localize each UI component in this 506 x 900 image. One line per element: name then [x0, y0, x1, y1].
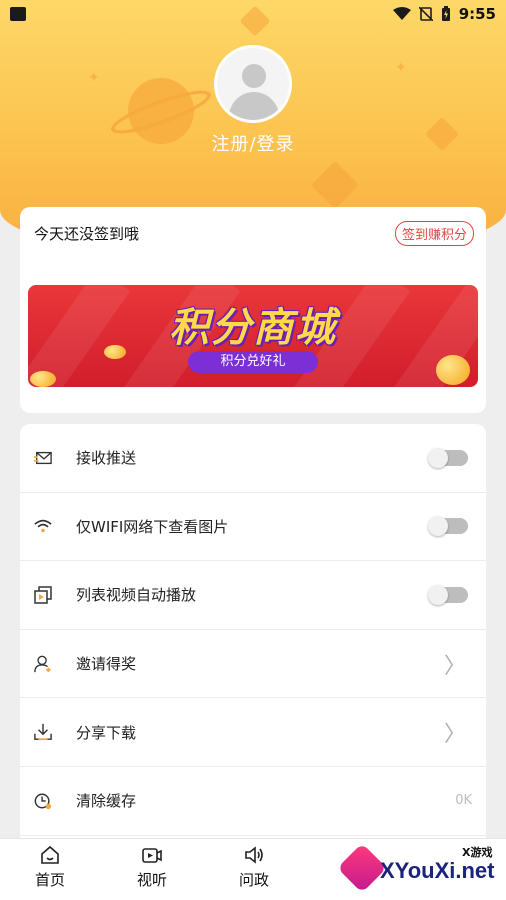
chevron-right-icon: 〉 — [443, 653, 466, 679]
setting-row-invite[interactable]: 邀请得奖 〉 — [20, 630, 486, 699]
star-decoration: ✦ — [88, 70, 100, 86]
setting-row-push[interactable]: 接收推送 — [20, 424, 486, 493]
tab-home[interactable]: 首页 — [20, 845, 80, 890]
setting-label: 分享下载 — [76, 723, 137, 742]
wifi-images-toggle[interactable] — [428, 516, 468, 537]
push-mail-icon — [34, 449, 52, 467]
diamond-decoration — [310, 160, 360, 210]
invite-user-icon — [34, 655, 52, 673]
tab-label: 视听 — [136, 871, 167, 889]
clear-cache-icon — [34, 792, 52, 810]
cache-size-value: 0K — [455, 793, 472, 809]
tab-label: 首页 — [34, 871, 65, 889]
autoplay-toggle[interactable] — [428, 584, 468, 605]
signin-card: 今天还没签到哦 签到赚积分 积分商城 积分兑好礼 — [20, 207, 486, 413]
gallery-notification-icon — [10, 7, 26, 21]
banner-title: 积分商城 — [169, 305, 337, 351]
setting-label: 接收推送 — [76, 449, 137, 468]
avatar-placeholder-icon — [242, 64, 266, 88]
setting-row-clear-cache[interactable]: 清除缓存 0K — [20, 767, 486, 836]
signin-prompt: 今天还没签到哦 — [34, 225, 140, 243]
setting-row-share-download[interactable]: 分享下载 〉 — [20, 698, 486, 767]
avatar[interactable] — [214, 45, 292, 123]
signin-button[interactable]: 签到赚积分 — [394, 221, 474, 246]
star-decoration: ✦ — [395, 60, 407, 76]
setting-row-autoplay[interactable]: 列表视频自动播放 — [20, 561, 486, 630]
tab-inquiry[interactable]: 问政 — [224, 845, 284, 890]
setting-label: 仅WIFI网络下查看图片 — [76, 517, 229, 536]
video-icon — [142, 848, 162, 863]
battery-charging-icon — [441, 6, 450, 21]
setting-row-wifi-images[interactable]: 仅WIFI网络下查看图片 — [20, 493, 486, 562]
push-toggle[interactable] — [428, 447, 468, 468]
chevron-right-icon: 〉 — [443, 722, 466, 748]
login-link[interactable]: 注册/登录 — [0, 130, 506, 156]
tab-video[interactable]: 视听 — [122, 845, 182, 890]
settings-list: 接收推送 仅WIFI网络下查看图片 列表视频自动播放 邀请得奖 〉 分享下载 〉… — [20, 424, 486, 844]
home-icon — [41, 845, 59, 864]
clock: 9:55 — [458, 5, 496, 23]
setting-label: 邀请得奖 — [76, 655, 137, 674]
watermark-logo: X游戏 XYouXi.net — [337, 840, 506, 900]
watermark-brand: XYouXi.net — [380, 858, 495, 883]
points-mall-banner[interactable]: 积分商城 积分兑好礼 — [28, 285, 478, 387]
setting-label: 列表视频自动播放 — [76, 586, 197, 605]
status-bar: 9:55 — [0, 0, 506, 28]
setting-label: 清除缓存 — [76, 792, 137, 811]
wifi-icon — [34, 517, 52, 535]
wifi-signal-icon — [392, 7, 411, 20]
tab-label: 问政 — [238, 871, 269, 889]
banner-subtitle: 积分兑好礼 — [188, 351, 318, 373]
download-icon — [34, 723, 52, 741]
speaker-icon — [245, 846, 263, 864]
video-autoplay-icon — [34, 586, 52, 604]
coin-icon — [436, 355, 470, 385]
coin-icon — [30, 371, 56, 387]
no-sim-icon — [418, 7, 433, 21]
